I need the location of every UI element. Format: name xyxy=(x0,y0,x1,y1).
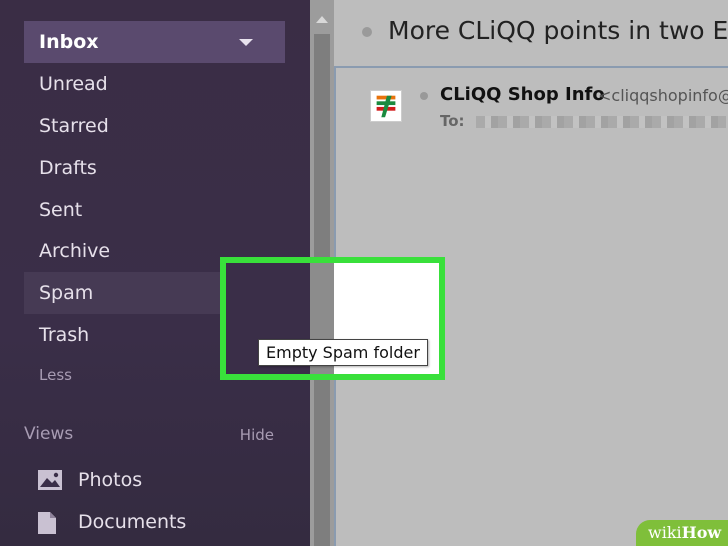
empty-spam-tooltip: Empty Spam folder xyxy=(258,339,428,366)
recipient-redacted xyxy=(476,116,726,128)
folder-archive-label: Archive xyxy=(39,240,111,262)
watermark-how: How xyxy=(681,523,722,542)
hide-views-link[interactable]: Hide xyxy=(240,426,274,444)
folder-starred[interactable]: Starred xyxy=(24,105,285,147)
watermark-wiki: wiki xyxy=(648,523,682,542)
folder-sent-label: Sent xyxy=(39,199,83,221)
wikihow-watermark: wikiHow xyxy=(636,520,728,546)
folder-unread[interactable]: Unread xyxy=(24,63,285,105)
view-documents-label: Documents xyxy=(78,511,187,533)
chevron-down-icon[interactable] xyxy=(239,39,253,46)
folder-drafts-label: Drafts xyxy=(39,157,97,179)
sender-email: <cliqqshopinfo@ xyxy=(598,86,728,105)
folder-trash-label: Trash xyxy=(39,324,90,346)
sender-name[interactable]: CLiQQ Shop Info xyxy=(440,84,605,105)
folder-sent[interactable]: Sent xyxy=(24,189,285,231)
sender-avatar xyxy=(370,90,402,122)
document-icon xyxy=(38,512,56,534)
scroll-up-arrow-icon[interactable] xyxy=(316,16,328,23)
folder-inbox-label: Inbox xyxy=(39,31,99,53)
sender-status-dot-icon xyxy=(420,92,428,100)
folder-unread-label: Unread xyxy=(39,73,108,95)
folder-inbox[interactable]: Inbox xyxy=(24,21,285,63)
view-photos-label: Photos xyxy=(78,469,143,491)
views-header: Views Hide xyxy=(24,424,274,452)
folder-drafts[interactable]: Drafts xyxy=(24,147,285,189)
folder-spam-label: Spam xyxy=(39,282,94,304)
folder-starred-label: Starred xyxy=(39,115,109,137)
photo-icon xyxy=(38,470,62,490)
less-toggle-label: Less xyxy=(39,366,72,384)
unread-dot-icon xyxy=(362,27,372,37)
to-label: To: xyxy=(440,112,465,130)
message-subject: More CLiQQ points in two EAS xyxy=(388,16,728,45)
views-label: Views xyxy=(24,424,74,444)
